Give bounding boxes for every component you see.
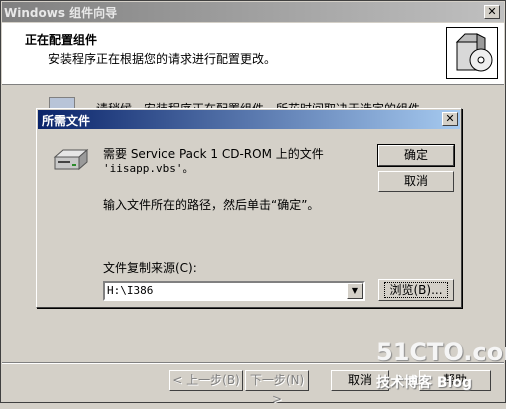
wizard-cancel-button[interactable]: 取消 bbox=[331, 370, 389, 391]
dialog-instruction: 输入文件所在的路径，然后单击“确定”。 bbox=[103, 198, 320, 212]
dialog-cancel-button[interactable]: 取消 bbox=[378, 171, 454, 192]
next-button[interactable]: 下一步(N) > bbox=[245, 370, 309, 406]
source-path-combobox[interactable]: H:\I386 ▼ bbox=[103, 281, 365, 301]
wizard-header-title: 正在配置组件 bbox=[25, 33, 98, 47]
browse-button[interactable]: 浏览(B)... bbox=[378, 279, 454, 301]
help-button[interactable]: 帮助 bbox=[419, 370, 491, 391]
installer-box-icon bbox=[446, 27, 498, 79]
close-icon: ✕ bbox=[487, 5, 497, 18]
wizard-title: Windows 组件向导 bbox=[4, 6, 118, 20]
wizard-separator bbox=[2, 362, 504, 364]
required-files-dialog: 所需文件 ✕ 需要 Service Pack 1 CD-ROM 上的文件 'ii… bbox=[36, 108, 462, 308]
cd-drive-icon bbox=[53, 147, 89, 173]
dialog-titlebar[interactable]: 所需文件 ✕ bbox=[38, 110, 460, 129]
ok-button[interactable]: 确定 bbox=[377, 144, 455, 167]
source-label: 文件复制来源(C): bbox=[103, 261, 197, 275]
wizard-close-button[interactable]: ✕ bbox=[484, 5, 500, 19]
wizard-header-subtitle: 安装程序正在根据您的请求进行配置更改。 bbox=[48, 52, 277, 66]
dialog-message-line2: 'iisapp.vbs'。 bbox=[103, 162, 194, 175]
close-icon: ✕ bbox=[445, 112, 455, 125]
dialog-close-button[interactable]: ✕ bbox=[442, 112, 458, 126]
dropdown-arrow-icon[interactable]: ▼ bbox=[347, 283, 363, 299]
wizard-header: 正在配置组件 安装程序正在根据您的请求进行配置更改。 bbox=[2, 23, 504, 85]
source-path-value: H:\I386 bbox=[107, 284, 154, 297]
back-button[interactable]: < 上一步(B) bbox=[169, 370, 243, 391]
browse-button-label: 浏览(B)... bbox=[384, 282, 448, 298]
wizard-titlebar[interactable]: Windows 组件向导 ✕ bbox=[2, 2, 504, 22]
dialog-title: 所需文件 bbox=[42, 114, 91, 128]
